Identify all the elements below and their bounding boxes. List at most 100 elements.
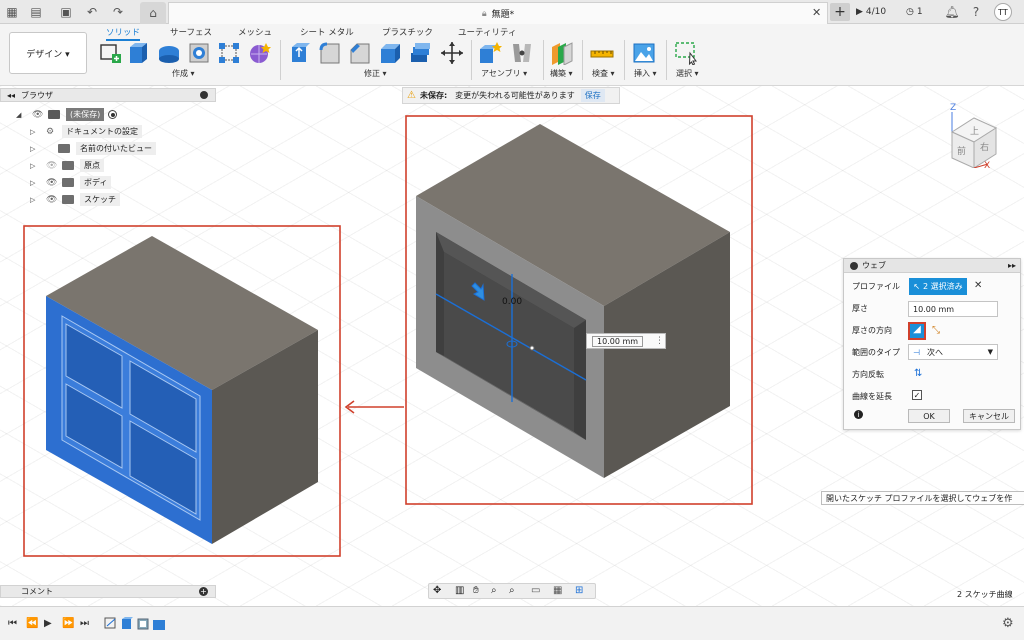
thickness-input[interactable]: 10.00 mm xyxy=(908,301,998,317)
extrude-icon[interactable] xyxy=(127,41,151,65)
dialog-header[interactable]: ウェブ ▸▸ xyxy=(844,259,1020,273)
grid-settings-icon[interactable]: ▦ xyxy=(553,585,562,596)
manipulator-handle[interactable] xyxy=(529,345,535,351)
hole-icon[interactable] xyxy=(187,41,211,65)
visibility-eye-icon[interactable]: 👁︎ xyxy=(32,110,44,120)
tab-mesh[interactable]: メッシュ xyxy=(238,26,272,38)
direction-one-side-button[interactable]: ◢ xyxy=(908,322,926,340)
timeline-extrude-icon[interactable] xyxy=(120,616,134,630)
group-select-label[interactable]: 選択 ▾ xyxy=(676,68,699,79)
viewcube[interactable]: Z 上 前 右 X xyxy=(930,88,1020,168)
press-pull-icon[interactable] xyxy=(288,41,312,65)
shell-icon[interactable] xyxy=(378,41,402,65)
avatar[interactable]: TT xyxy=(994,3,1012,21)
display-settings-icon[interactable]: ▭ xyxy=(531,585,540,596)
collapse-arrows-icon[interactable]: ◂◂ xyxy=(7,91,15,100)
new-component-icon[interactable] xyxy=(478,41,502,65)
expand-triangle-icon[interactable]: ▷ xyxy=(30,145,38,153)
tab-sheet-metal[interactable]: シート メタル xyxy=(300,26,354,38)
group-create-label[interactable]: 作成 ▾ xyxy=(172,68,195,79)
workspace-switcher[interactable]: デザイン ▾ xyxy=(9,32,87,74)
timeline-settings-gear-icon[interactable]: ⚙ xyxy=(1002,616,1014,631)
measure-icon[interactable] xyxy=(590,41,614,65)
tab-utilities[interactable]: ユーティリティ xyxy=(458,26,516,38)
home-tab[interactable]: ⌂ xyxy=(140,2,166,24)
timeline-end-icon[interactable]: ⏭ xyxy=(80,618,89,629)
visibility-eye-icon[interactable]: 👁︎ xyxy=(46,195,58,205)
help-icon[interactable]: ? xyxy=(968,4,984,20)
group-insert-label[interactable]: 挿入 ▾ xyxy=(634,68,657,79)
flip-direction-icon[interactable]: ⇅ xyxy=(914,368,922,379)
ok-button[interactable]: OK xyxy=(908,409,950,423)
expand-triangle-icon[interactable]: ◢ xyxy=(16,111,24,119)
timeline-start-icon[interactable]: ⏮ xyxy=(8,618,17,629)
save-icon[interactable]: ▣ xyxy=(58,4,74,20)
close-tab-icon[interactable]: ✕ xyxy=(812,6,821,19)
zoom-icon[interactable]: ⌕ xyxy=(491,585,497,596)
dimension-menu-icon[interactable]: ⋮ xyxy=(655,336,664,346)
tab-surface[interactable]: サーフェス xyxy=(170,26,212,38)
tree-item-document-settings[interactable]: ▷ ⚙ ドキュメントの設定 xyxy=(30,125,142,138)
fillet-icon[interactable] xyxy=(318,41,342,65)
dialog-expand-icon[interactable]: ▸▸ xyxy=(1008,261,1016,270)
browser-toggle-icon[interactable] xyxy=(200,91,208,99)
group-construct-label[interactable]: 構築 ▾ xyxy=(550,68,573,79)
timeline-forward-icon[interactable]: ⏩ xyxy=(62,618,74,629)
offset-plane-icon[interactable] xyxy=(550,41,574,66)
create-form-icon[interactable] xyxy=(247,41,271,65)
select-window-icon[interactable] xyxy=(674,41,698,66)
joint-icon[interactable] xyxy=(510,41,534,65)
group-assemble-label[interactable]: アセンブリ ▾ xyxy=(481,68,527,79)
undo-icon[interactable]: ↶ xyxy=(84,4,100,20)
combine-icon[interactable] xyxy=(408,41,432,65)
3d-viewport[interactable]: ◂◂ ブラウザ ◢ 👁︎ (未保存) ▷ ⚙ ドキュメントの設定 ▷ 名前の付い… xyxy=(0,86,1024,606)
look-at-icon[interactable]: ▥ xyxy=(455,585,464,596)
expand-triangle-icon[interactable]: ▷ xyxy=(30,179,38,187)
visibility-eye-icon[interactable]: 👁︎ xyxy=(46,161,58,171)
bell-icon[interactable]: 🔔︎ xyxy=(944,4,960,20)
document-tab[interactable]: 🔒︎ 無題* xyxy=(168,2,828,24)
group-modify-label[interactable]: 修正 ▾ xyxy=(364,68,387,79)
create-sketch-icon[interactable] xyxy=(98,41,122,65)
insert-image-icon[interactable] xyxy=(632,41,656,65)
tree-item-bodies[interactable]: ▷ 👁︎ ボディ xyxy=(30,176,112,189)
extent-type-select[interactable]: ⊣ 次へ ▼ xyxy=(908,344,998,360)
comments-panel[interactable]: コメント + xyxy=(0,585,216,598)
dimension-value[interactable]: 10.00 mm xyxy=(592,335,644,347)
add-comment-icon[interactable]: + xyxy=(199,587,208,596)
timeline-back-icon[interactable]: ⏪ xyxy=(26,618,38,629)
active-radio-icon[interactable] xyxy=(108,110,118,119)
file-menu-icon[interactable]: ▤ xyxy=(28,4,44,20)
expand-triangle-icon[interactable]: ▷ xyxy=(30,196,38,204)
visibility-eye-icon[interactable]: 👁︎ xyxy=(46,178,58,188)
viewports-icon[interactable]: ⊞ xyxy=(575,585,583,596)
profile-select-button[interactable]: ↖ 2 選択済み xyxy=(909,278,967,295)
revolve-icon[interactable] xyxy=(157,41,181,65)
extend-curves-checkbox[interactable]: ✓ xyxy=(912,390,922,400)
direction-symmetric-icon[interactable]: ⤡ xyxy=(932,325,940,336)
expand-triangle-icon[interactable]: ▷ xyxy=(30,162,38,170)
tree-item-named-views[interactable]: ▷ 名前の付いたビュー xyxy=(30,142,156,155)
notifications[interactable]: ◷ 1 xyxy=(906,3,923,21)
pan-icon[interactable]: ✋︎ xyxy=(473,585,479,596)
timeline-shell-icon[interactable] xyxy=(136,616,150,630)
pattern-icon[interactable] xyxy=(217,41,241,65)
new-tab-button[interactable]: + xyxy=(830,3,850,21)
chamfer-icon[interactable] xyxy=(348,41,372,65)
app-grid-icon[interactable]: ▦ xyxy=(4,4,20,20)
redo-icon[interactable]: ↷ xyxy=(110,4,126,20)
move-icon[interactable] xyxy=(440,41,464,65)
dialog-collapse-icon[interactable] xyxy=(850,261,858,270)
cancel-button[interactable]: キャンセル xyxy=(963,409,1015,423)
fit-icon[interactable]: ⌕ xyxy=(509,585,515,596)
browser-panel-header[interactable]: ◂◂ ブラウザ xyxy=(0,88,216,102)
job-status[interactable]: ▶ 4/10 xyxy=(856,3,886,21)
timeline-play-icon[interactable]: ▶ xyxy=(44,618,52,629)
tree-item-sketches[interactable]: ▷ 👁︎ スケッチ xyxy=(30,193,120,206)
tab-solid[interactable]: ソリッド xyxy=(106,26,141,41)
timeline-sketch-icon[interactable] xyxy=(104,616,118,630)
tree-item-origin[interactable]: ▷ 👁︎ 原点 xyxy=(30,159,104,172)
timeline-marker-icon[interactable] xyxy=(152,616,166,630)
info-icon[interactable]: i xyxy=(854,410,863,419)
dimension-input[interactable]: 10.00 mm ⋮ xyxy=(586,333,666,349)
